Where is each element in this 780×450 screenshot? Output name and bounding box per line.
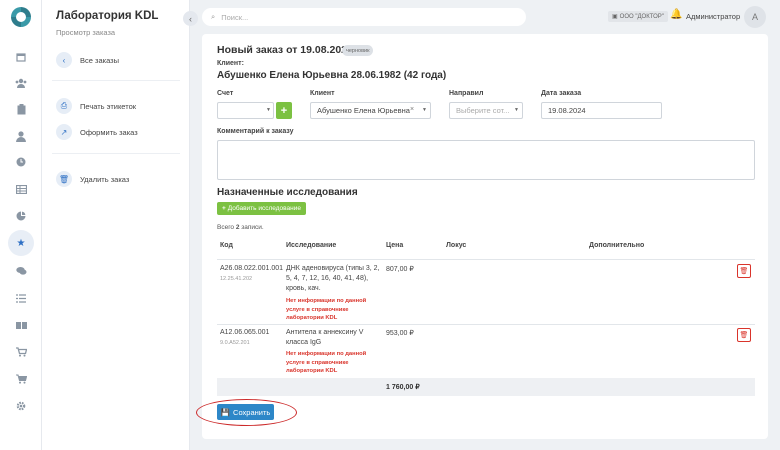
all-orders-link[interactable]: ‹ Все заказы <box>56 52 119 68</box>
client-label: Клиент: <box>217 60 244 67</box>
user-name[interactable]: Администратор <box>686 12 740 21</box>
col-extra: Дополнительно <box>589 242 645 249</box>
order-panel: Лаборатория KDL Просмотр заказа ‹ Все зак… <box>42 0 190 450</box>
table-row: A12.06.065.001 9.0.A52.201 Антитела к ан… <box>217 326 755 377</box>
list-icon[interactable] <box>11 289 31 307</box>
cart-plus-icon[interactable] <box>11 370 31 388</box>
account-label: Счет <box>217 90 234 97</box>
comment-textarea[interactable] <box>217 140 755 180</box>
add-account-button[interactable]: + <box>276 102 292 119</box>
status-badge: черновик <box>342 45 374 56</box>
delete-row-button[interactable]: 🗑 <box>737 328 751 342</box>
row-study-name: Антитела к аннексину V класса IgG <box>286 329 364 346</box>
date-label: Дата заказа <box>541 90 582 97</box>
client-field-label: Клиент <box>310 90 335 97</box>
page-title: Новый заказ от 19.08.2024 <box>217 44 353 56</box>
patient-name: Абушенко Елена Юрьевна 28.06.1982 (42 го… <box>217 70 447 81</box>
date-input[interactable]: 19.08.2024 <box>541 102 662 119</box>
bell-icon[interactable]: 🔔 <box>670 9 682 20</box>
caret-down-icon: ▼ <box>266 107 271 113</box>
clipboard-icon[interactable] <box>11 100 31 118</box>
studies-heading: Назначенные исследования <box>217 187 358 198</box>
comment-label: Комментарий к заказу <box>217 128 294 135</box>
table-icon[interactable] <box>11 180 31 198</box>
boxes-icon[interactable] <box>11 316 31 334</box>
total-sum: 1 760,00 ₽ <box>386 384 420 391</box>
gear-icon[interactable] <box>11 397 31 415</box>
calendar-icon[interactable] <box>11 48 31 66</box>
clock-icon[interactable] <box>11 153 31 171</box>
trash-icon: 🗑 <box>739 268 749 275</box>
row-code: A12.06.065.001 <box>220 329 270 336</box>
caret-down-icon: ▼ <box>422 107 427 113</box>
printer-icon: ⎙ <box>56 98 72 114</box>
collapse-panel-button[interactable]: ‹ <box>183 11 198 26</box>
row-study-name: ДНК аденовируса (типы 3, 2, 5, 4, 7, 12,… <box>286 265 380 292</box>
star-icon[interactable]: ★ <box>8 230 34 256</box>
share-icon: ↗ <box>56 124 72 140</box>
delete-row-button[interactable]: 🗑 <box>737 264 751 278</box>
table-row: A26.08.022.001.001 12.25.41.202 ДНК аден… <box>217 262 755 323</box>
col-locus: Локус <box>446 242 467 249</box>
row-warning: Нет информации по данной услуге в справо… <box>286 298 367 321</box>
chevron-left-icon: ‹ <box>56 52 72 68</box>
trash-icon: 🗑 <box>56 171 72 187</box>
search-icon: ⌕ <box>211 12 216 21</box>
col-study: Исследование <box>286 242 337 249</box>
divider <box>52 153 180 154</box>
referrer-select[interactable]: Выберите сот... <box>449 102 523 119</box>
trash-icon: 🗑 <box>739 332 749 339</box>
org-badge[interactable]: ▣ ООО "ДОКТОР" <box>608 11 668 22</box>
search-input[interactable]: ⌕ Поиск... <box>202 8 526 26</box>
row-subcode: 12.25.41.202 <box>220 276 253 282</box>
row-warning: Нет информации по данной услуге в справо… <box>286 351 367 374</box>
referrer-label: Направил <box>449 90 484 97</box>
cart-icon[interactable] <box>11 343 31 361</box>
highlight-ellipse <box>196 399 297 426</box>
avatar[interactable]: А <box>744 6 766 28</box>
pie-chart-icon[interactable] <box>11 207 31 225</box>
divider <box>52 80 180 81</box>
records-count: Всего 2 записи. <box>217 224 264 231</box>
building-icon: ▣ <box>612 14 618 20</box>
users-icon[interactable] <box>11 74 31 92</box>
row-price: 807,00 ₽ <box>386 266 414 273</box>
add-study-button[interactable]: + Добавить исследование <box>217 202 306 215</box>
row-subcode: 9.0.A52.201 <box>220 340 250 346</box>
clear-icon[interactable]: × <box>410 106 414 113</box>
print-labels-link[interactable]: ⎙ Печать этикеток <box>56 98 136 114</box>
row-price: 953,00 ₽ <box>386 330 414 337</box>
caret-down-icon: ▼ <box>514 107 519 113</box>
place-order-link[interactable]: ↗ Оформить заказ <box>56 124 138 140</box>
divider <box>217 259 755 260</box>
logo <box>11 7 31 27</box>
lab-title: Лаборатория KDL <box>56 10 159 22</box>
page-subtitle: Просмотр заказа <box>56 28 116 37</box>
order-card: Новый заказ от 19.08.2024 черновик Клиен… <box>202 34 768 439</box>
user-icon[interactable] <box>11 127 31 145</box>
delete-order-link[interactable]: 🗑 Удалить заказ <box>56 171 129 187</box>
row-code: A26.08.022.001.001 <box>220 265 284 272</box>
col-price: Цена <box>386 242 404 249</box>
col-code: Код <box>220 242 233 249</box>
divider <box>217 324 755 325</box>
table-total-row: 1 760,00 ₽ <box>217 378 755 396</box>
chat-icon[interactable] <box>11 262 31 280</box>
plus-icon: + <box>222 205 226 212</box>
